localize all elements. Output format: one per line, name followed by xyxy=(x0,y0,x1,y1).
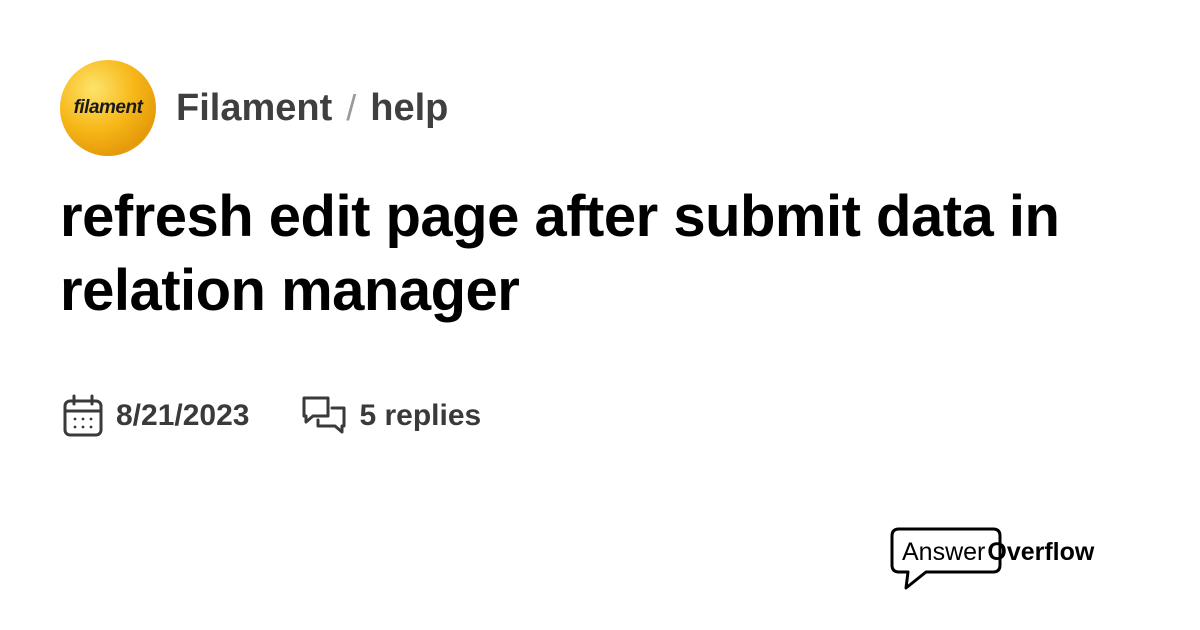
reply-count: 5 replies xyxy=(359,399,482,432)
date-item: 8/21/2023 xyxy=(62,394,249,438)
breadcrumb-separator: / xyxy=(346,87,357,128)
channel-name-link[interactable]: help xyxy=(370,87,448,130)
replies-item: 5 replies xyxy=(301,394,481,438)
server-name-link[interactable]: Filament xyxy=(176,87,332,130)
brand-overflow-text: Overflow xyxy=(987,538,1095,566)
thread-title: refresh edit page after submit data in r… xyxy=(60,184,1060,323)
breadcrumb: Filament / help xyxy=(176,87,448,130)
chat-bubbles-icon xyxy=(301,394,347,438)
server-icon-label: filament xyxy=(73,97,143,118)
brand-wordmark: Answer Overflow xyxy=(902,538,1094,567)
filament-logo-icon[interactable]: filament xyxy=(60,60,156,156)
calendar-icon xyxy=(62,394,104,438)
thread-meta: 8/21/2023 5 replies xyxy=(62,394,481,438)
brand-answer-text: Answer xyxy=(902,538,986,566)
thread-date: 8/21/2023 xyxy=(116,399,250,432)
answer-overflow-logo[interactable]: Answer Overflow xyxy=(890,527,1120,591)
thread-header: filament Filament / help xyxy=(60,60,448,156)
